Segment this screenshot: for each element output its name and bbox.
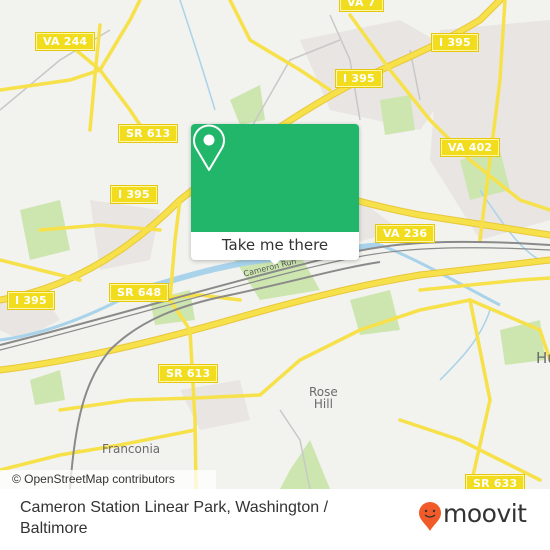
take-me-there-button[interactable]: Take me there [191,232,359,260]
road-shield-i-395: I 395 [335,69,383,88]
moovit-wordmark: moovit [443,499,527,528]
road-shield-sr-633: SR 633 [464,474,526,489]
moovit-logo[interactable]: moovit [418,499,533,533]
location-popup: Take me there [191,124,359,265]
map-attribution[interactable]: © OpenStreetMap contributors [0,470,216,489]
road-shield-i-395: I 395 [431,33,479,52]
moovit-pin-icon [419,502,441,531]
road-shield-va-244: VA 244 [34,32,96,51]
popup-header [191,124,359,232]
road-shield-va-402: VA 402 [439,138,501,157]
place-label-huntington: Hu [536,349,550,367]
footer: Cameron Station Linear Park, Washington … [0,489,550,550]
road-shield-i-395: I 395 [110,185,158,204]
road-shield-sr-613: SR 613 [157,364,219,383]
place-label-rose-hill: Rose Hill [309,386,338,410]
road-shield-va-7: VA 7 [339,0,384,12]
road-shield-i-395: I 395 [7,291,55,310]
place-label-franconia: Franconia [102,442,161,456]
place-label-line: Hill [313,397,333,411]
road-shield-sr-648: SR 648 [108,283,170,302]
map-pin-icon [193,124,225,171]
road-shield-sr-613: SR 613 [117,124,179,143]
road-shield-va-236: VA 236 [374,224,436,243]
popup-tail [268,258,282,265]
map-canvas[interactable]: VA 244 VA 7 I 395 I 395 SR 613 VA 402 I … [0,0,550,489]
location-title: Cameron Station Linear Park, Washington … [20,499,329,537]
